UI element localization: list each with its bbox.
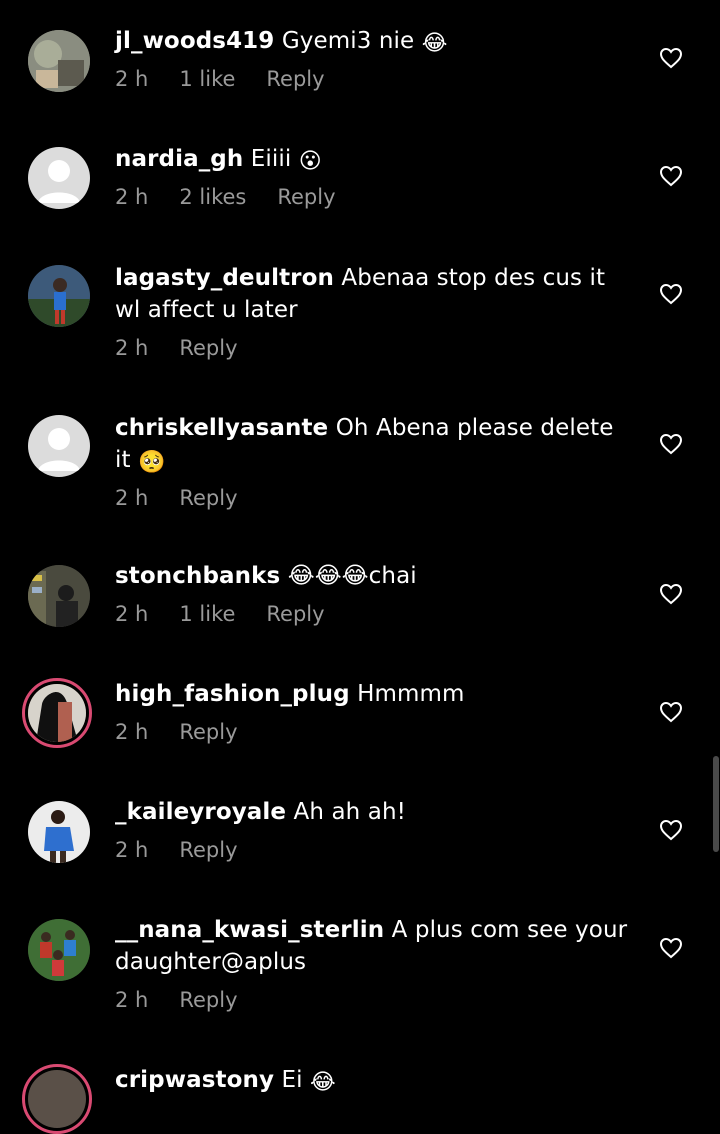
comment-username[interactable]: jl_woods419 <box>115 28 274 54</box>
scrollbar-thumb[interactable] <box>713 756 719 852</box>
comment-time: 2 h <box>115 67 149 91</box>
comment-likes[interactable]: 1 like <box>179 602 235 626</box>
comment-time: 2 h <box>115 720 149 744</box>
heart-icon[interactable] <box>659 583 683 605</box>
default-avatar-icon[interactable] <box>28 147 90 209</box>
avatar-story-ring[interactable] <box>22 678 92 748</box>
comment-time: 2 h <box>115 602 149 626</box>
heart-icon[interactable] <box>659 937 683 959</box>
comment-text: 😂😂😂chai <box>287 563 417 589</box>
default-avatar-icon[interactable] <box>28 415 90 477</box>
avatar[interactable] <box>28 801 90 863</box>
laughing-emoji: 😂 <box>421 31 448 56</box>
heart-icon[interactable] <box>659 701 683 723</box>
reply-button[interactable]: Reply <box>266 67 324 91</box>
avatar[interactable] <box>28 565 90 627</box>
comment-username[interactable]: stonchbanks <box>115 563 280 589</box>
comment-time: 2 h <box>115 185 149 209</box>
heart-icon[interactable] <box>659 819 683 841</box>
comment-time: 2 h <box>115 336 149 360</box>
avatar-story-ring[interactable] <box>22 1064 92 1134</box>
comment-username[interactable]: nardia_gh <box>115 146 243 172</box>
comment-text: Ah ah ah! <box>293 799 406 825</box>
comment-time: 2 h <box>115 838 149 862</box>
avatar[interactable] <box>28 919 90 981</box>
reply-button[interactable]: Reply <box>179 336 237 360</box>
reply-button[interactable]: Reply <box>277 185 335 209</box>
reply-button[interactable]: Reply <box>179 988 237 1012</box>
reply-button[interactable]: Reply <box>179 486 237 510</box>
reply-button[interactable]: Reply <box>179 838 237 862</box>
avatar[interactable] <box>28 265 90 327</box>
reply-button[interactable]: Reply <box>266 602 324 626</box>
comment-username[interactable]: high_fashion_plug <box>115 681 350 707</box>
comment-text: Eiiii <box>250 146 292 172</box>
comment-time: 2 h <box>115 486 149 510</box>
comment-likes[interactable]: 2 likes <box>179 185 246 209</box>
surprised-emoji: 😮 <box>298 149 322 174</box>
heart-icon[interactable] <box>659 283 683 305</box>
comment-text: Ei <box>281 1067 303 1093</box>
comment-username[interactable]: cripwastony <box>115 1067 274 1093</box>
comment-likes[interactable]: 1 like <box>179 67 235 91</box>
heart-icon[interactable] <box>659 433 683 455</box>
comment-text: Hmmmm <box>357 681 465 707</box>
comment-time: 2 h <box>115 988 149 1012</box>
comment-username[interactable]: _kaileyroyale <box>115 799 286 825</box>
comment-text: Gyemi3 nie <box>281 28 415 54</box>
comment-username[interactable]: chriskellyasante <box>115 415 328 441</box>
avatar[interactable] <box>28 30 90 92</box>
heart-icon[interactable] <box>659 165 683 187</box>
reply-button[interactable]: Reply <box>179 720 237 744</box>
pleading-emoji: 🥺 <box>138 450 166 475</box>
comment-username[interactable]: __nana_kwasi_sterlin <box>115 917 384 943</box>
heart-icon[interactable] <box>659 47 683 69</box>
laughing-emoji: 😂 <box>310 1070 336 1095</box>
comment-username[interactable]: lagasty_deultron <box>115 265 334 291</box>
